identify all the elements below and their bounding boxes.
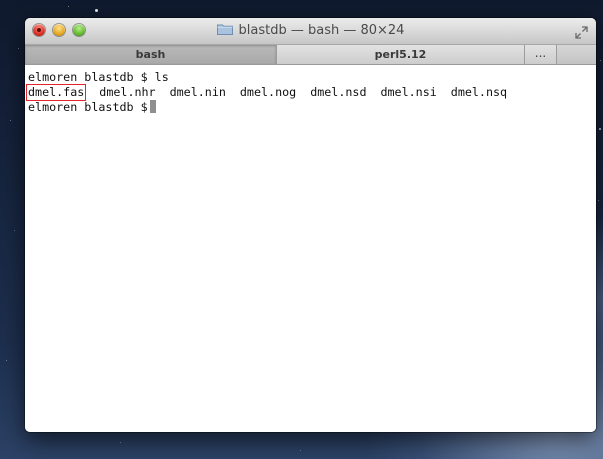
star: [18, 48, 19, 49]
tab-bar: bash perl5.12 ...: [25, 45, 596, 65]
shell-prompt: elmoren blastdb $: [28, 100, 148, 114]
folder-icon: [216, 23, 233, 35]
window-title: blastdb — bash — 80×24: [238, 23, 405, 38]
file-entry: dmel.nsi: [380, 85, 437, 99]
tab-overflow-button[interactable]: ...: [525, 45, 557, 64]
text-cursor: [149, 100, 156, 113]
file-entry: dmel.nog: [239, 85, 297, 99]
tab-perl[interactable]: perl5.12: [277, 45, 525, 64]
star: [95, 9, 98, 12]
file-entry: dmel.nsd: [310, 85, 367, 99]
file-highlighted: dmel.fas: [25, 84, 87, 101]
terminal-line-files: dmel.fas dmel.nhr dmel.nin dmel.nog dmel.nsd…: [25, 84, 596, 101]
star: [599, 128, 601, 130]
shell-command: ls: [154, 70, 169, 84]
window-title-group: blastdb — bash — 80×24: [25, 22, 596, 40]
tab-bash[interactable]: bash: [25, 45, 277, 64]
terminal-line: elmoren blastdb $ ls: [28, 70, 596, 85]
star: [68, 6, 69, 7]
terminal-window: blastdb — bash — 80×24 bash perl5.12 ...…: [25, 18, 596, 432]
tab-bar-empty-area[interactable]: [557, 45, 596, 64]
file-entry: dmel.nhr: [99, 85, 156, 99]
star: [300, 450, 301, 451]
fullscreen-icon[interactable]: [575, 24, 588, 39]
title-bar[interactable]: blastdb — bash — 80×24: [25, 18, 596, 45]
file-entry: dmel.nin: [169, 85, 226, 99]
star: [14, 230, 15, 231]
star: [120, 442, 121, 443]
terminal-line: elmoren blastdb $: [28, 100, 596, 115]
star: [10, 120, 11, 121]
file-entry: dmel.nsq: [450, 85, 508, 99]
star: [6, 360, 7, 361]
terminal-output[interactable]: elmoren blastdb $ ls dmel.fas dmel.nhr dme…: [25, 65, 596, 432]
star: [598, 200, 599, 201]
star: [600, 60, 601, 61]
shell-prompt: elmoren blastdb $: [28, 70, 148, 84]
